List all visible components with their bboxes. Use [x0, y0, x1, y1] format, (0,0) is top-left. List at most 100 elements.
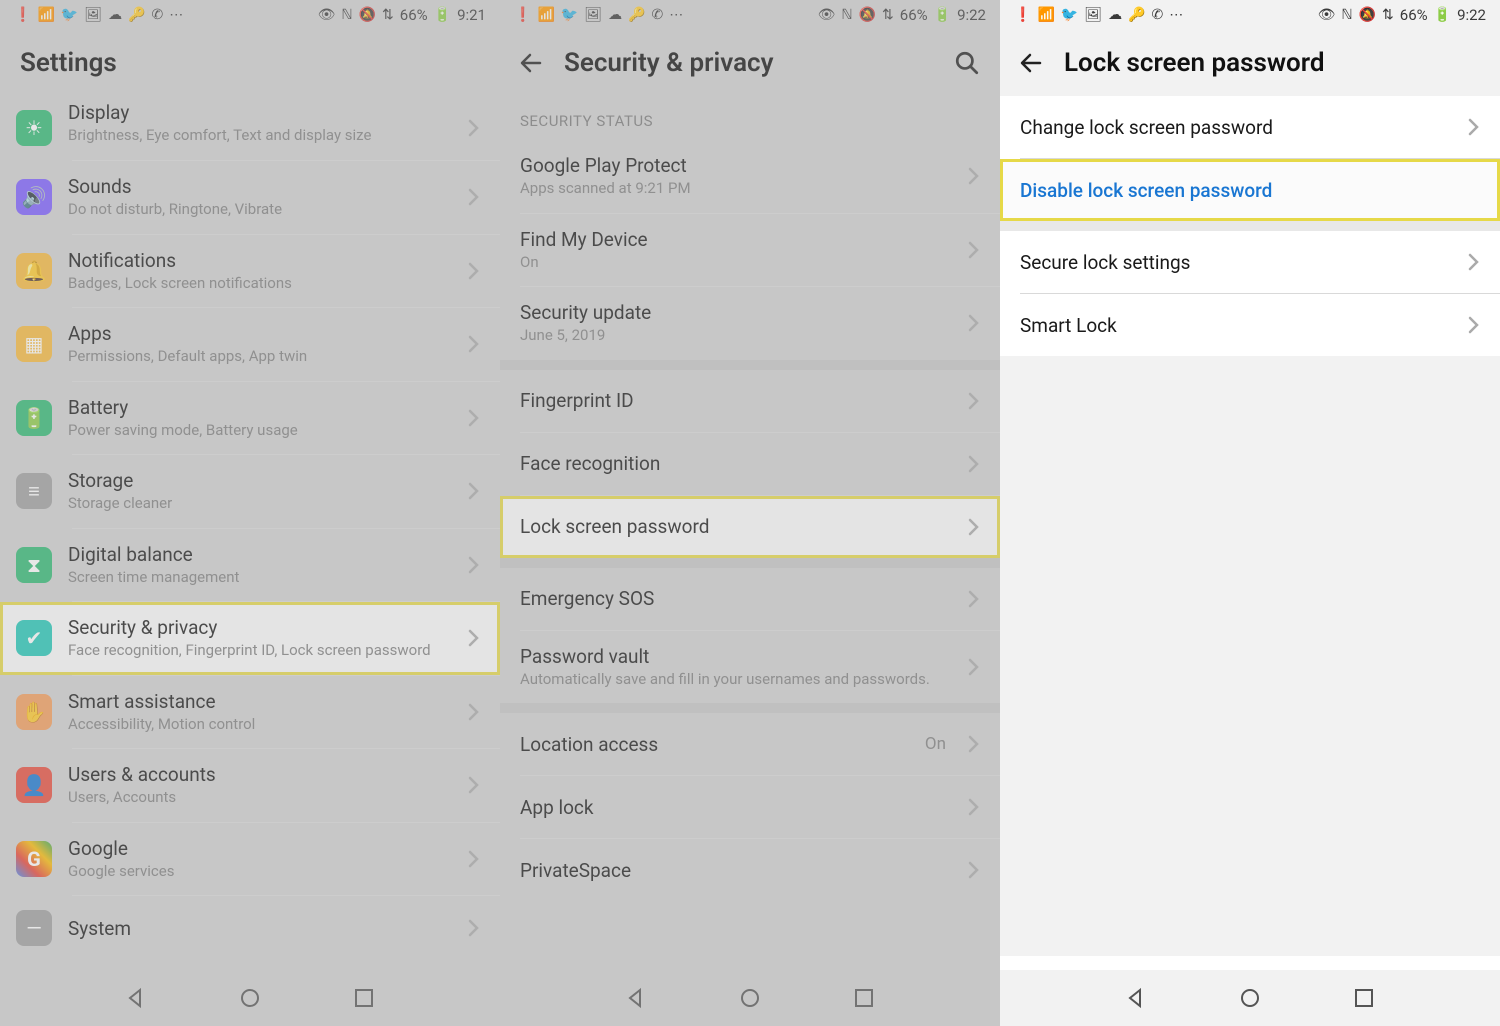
status-data-icon: ⇅	[382, 8, 394, 22]
settings-row-google[interactable]: G Google Google services	[0, 823, 500, 896]
page-title: Settings	[20, 48, 117, 78]
lock-row-change-lock-screen-password[interactable]: Change lock screen password	[1000, 96, 1500, 158]
lock-row-disable-lock-screen-password[interactable]: Disable lock screen password	[1000, 159, 1500, 221]
status-battery-icon: 🔋	[934, 8, 951, 22]
back-icon[interactable]	[520, 51, 544, 75]
row-sub: Power saving mode, Battery usage	[68, 421, 452, 441]
hand-icon: ✋	[16, 694, 52, 730]
security-list[interactable]: SECURITY STATUS Google Play Protect Apps…	[500, 96, 1000, 970]
nav-home-icon[interactable]	[1238, 986, 1262, 1010]
row-sub: Apps scanned at 9:21 PM	[520, 179, 952, 199]
settings-row-storage[interactable]: ≡ Storage Storage cleaner	[0, 455, 500, 528]
security-row-security-update[interactable]: Security update June 5, 2019	[500, 287, 1000, 360]
row-sub: Do not disturb, Ringtone, Vibrate	[68, 200, 452, 220]
security-row-find-my-device[interactable]: Find My Device On	[500, 214, 1000, 287]
row-label: Display	[68, 101, 452, 124]
row-label: Face recognition	[520, 452, 952, 475]
status-wifi-icon: 📶	[537, 8, 554, 22]
nav-home-icon[interactable]	[738, 986, 762, 1010]
status-nfc-icon: ℕ	[841, 8, 852, 22]
page-header: Settings	[0, 30, 500, 96]
lockscreen-list[interactable]: Change lock screen password Disable lock…	[1000, 96, 1500, 970]
row-label: Lock screen password	[520, 515, 952, 538]
row-label: App lock	[520, 796, 952, 819]
row-label: Secure lock settings	[1020, 251, 1452, 274]
row-label: Sounds	[68, 175, 452, 198]
settings-row-notifications[interactable]: 🔔 Notifications Badges, Lock screen noti…	[0, 235, 500, 308]
status-cloud-icon: ☁	[1108, 8, 1122, 22]
user-icon: 👤	[16, 767, 52, 803]
status-more-icon: ⋯	[169, 8, 183, 22]
security-row-google-play-protect[interactable]: Google Play Protect Apps scanned at 9:21…	[500, 140, 1000, 213]
status-eye-icon: 👁	[818, 8, 836, 22]
nav-back-icon[interactable]	[1124, 986, 1148, 1010]
status-mute-icon: 🔕	[1359, 8, 1376, 22]
status-key-icon: 🔑	[628, 8, 645, 22]
status-wifi-icon: 📶	[1037, 8, 1054, 22]
row-sub: Storage cleaner	[68, 494, 452, 514]
settings-row-battery[interactable]: 🔋 Battery Power saving mode, Battery usa…	[0, 382, 500, 455]
status-mute-icon: 🔕	[859, 8, 876, 22]
row-label: System	[68, 917, 452, 940]
storage-icon: ≡	[16, 473, 52, 509]
row-sub: On	[520, 253, 952, 273]
settings-row-apps[interactable]: ▦ Apps Permissions, Default apps, App tw…	[0, 308, 500, 381]
settings-row-display[interactable]: ☀ Display Brightness, Eye comfort, Text …	[0, 96, 500, 160]
status-more-icon: ⋯	[1169, 8, 1183, 22]
status-data-icon: ⇅	[1382, 8, 1394, 22]
settings-row-smart-assistance[interactable]: ✋ Smart assistance Accessibility, Motion…	[0, 676, 500, 749]
security-row-privatespace[interactable]: PrivateSpace	[500, 839, 1000, 901]
row-label: Storage	[68, 469, 452, 492]
status-nfc-icon: ℕ	[1341, 8, 1352, 22]
nav-recent-icon[interactable]	[1352, 986, 1376, 1010]
settings-row-sounds[interactable]: 🔊 Sounds Do not disturb, Ringtone, Vibra…	[0, 161, 500, 234]
status-twitter-icon: 🐦	[561, 8, 578, 22]
system-icon: —	[16, 910, 52, 946]
row-sub: Screen time management	[68, 568, 452, 588]
status-time: 9:21	[457, 6, 486, 24]
security-row-app-lock[interactable]: App lock	[500, 776, 1000, 838]
row-label: Disable lock screen password	[1020, 179, 1480, 202]
status-wifi-icon: 📶	[37, 8, 54, 22]
status-bar: ❗ 📶 🐦 🖼 ☁ 🔑 ✆ ⋯ 👁 ℕ 🔕 ⇅ 66% 🔋 9:21	[0, 0, 500, 30]
row-label: Google Play Protect	[520, 154, 952, 177]
status-more-icon: ⋯	[669, 8, 683, 22]
display-icon: ☀	[16, 110, 52, 146]
row-sub: Brightness, Eye comfort, Text and displa…	[68, 126, 452, 146]
back-icon[interactable]	[1020, 51, 1044, 75]
security-row-location-access[interactable]: Location access On	[500, 713, 1000, 775]
status-data-icon: ⇅	[882, 8, 894, 22]
security-row-emergency-sos[interactable]: Emergency SOS	[500, 568, 1000, 630]
security-row-fingerprint-id[interactable]: Fingerprint ID	[500, 370, 1000, 432]
status-battery-icon: 🔋	[434, 8, 451, 22]
row-label: Smart assistance	[68, 690, 452, 713]
row-label: Fingerprint ID	[520, 389, 952, 412]
row-trailing: On	[925, 734, 946, 754]
security-row-face-recognition[interactable]: Face recognition	[500, 433, 1000, 495]
security-row-password-vault[interactable]: Password vault Automatically save and fi…	[500, 631, 1000, 704]
security-row-lock-screen-password[interactable]: Lock screen password	[500, 496, 1000, 558]
nav-recent-icon[interactable]	[352, 986, 376, 1010]
status-key-icon: 🔑	[128, 8, 145, 22]
row-label: Apps	[68, 322, 452, 345]
nav-bar	[1000, 970, 1500, 1026]
page-header: Lock screen password	[1000, 30, 1500, 96]
status-battery-pct: 66%	[400, 6, 428, 24]
lock-row-secure-lock-settings[interactable]: Secure lock settings	[1000, 231, 1500, 293]
nav-back-icon[interactable]	[624, 986, 648, 1010]
nav-back-icon[interactable]	[124, 986, 148, 1010]
settings-row-system[interactable]: — System	[0, 896, 500, 960]
status-time: 9:22	[957, 6, 986, 24]
settings-list[interactable]: ☀ Display Brightness, Eye comfort, Text …	[0, 96, 500, 970]
nav-bar	[500, 970, 1000, 1026]
status-mute-icon: 🔕	[359, 8, 376, 22]
status-whatsapp-icon: ✆	[1152, 8, 1164, 22]
settings-row-digital-balance[interactable]: ⧗ Digital balance Screen time management	[0, 529, 500, 602]
settings-row-security-privacy[interactable]: ✔ Security & privacy Face recognition, F…	[0, 602, 500, 675]
search-icon[interactable]	[954, 50, 980, 76]
nav-home-icon[interactable]	[238, 986, 262, 1010]
status-battery-pct: 66%	[900, 6, 928, 24]
settings-row-users-accounts[interactable]: 👤 Users & accounts Users, Accounts	[0, 749, 500, 822]
lock-row-smart-lock[interactable]: Smart Lock	[1000, 294, 1500, 356]
nav-recent-icon[interactable]	[852, 986, 876, 1010]
